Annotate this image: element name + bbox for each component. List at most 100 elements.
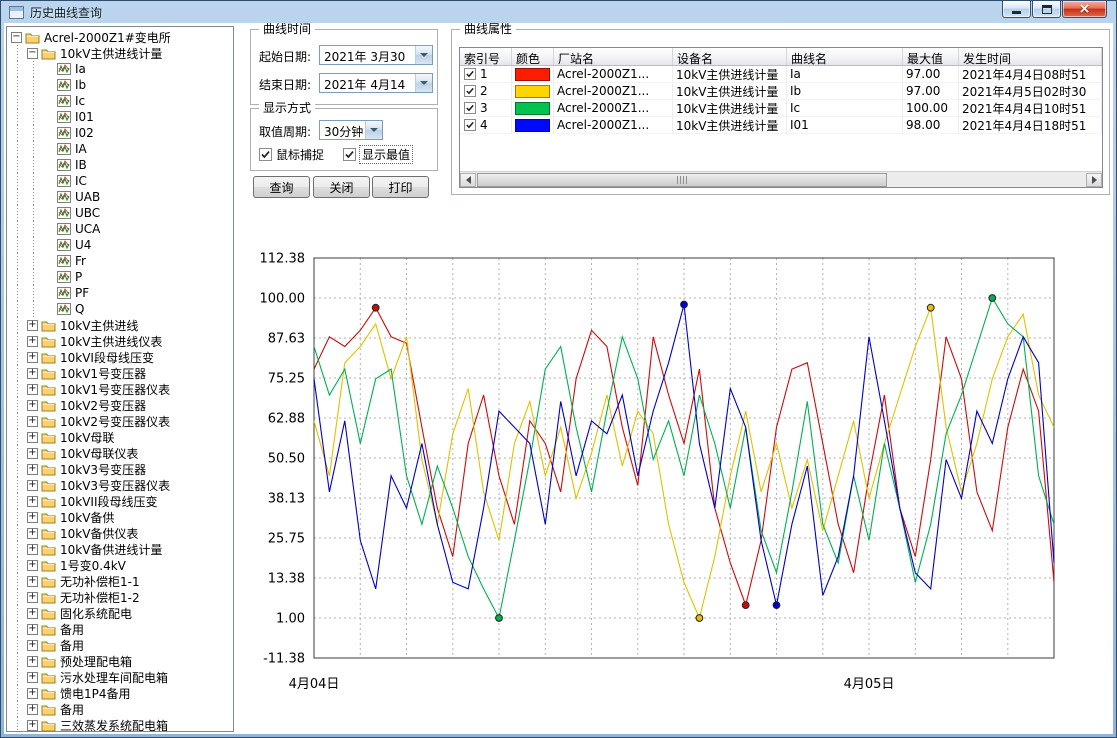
period-dropdown-button[interactable] (365, 121, 382, 139)
tree-folder[interactable]: +10kV2号变压器仪表 (9, 413, 233, 429)
expander-plus-icon[interactable]: + (27, 640, 38, 651)
tree-folder[interactable]: +无功补偿柜1-1 (9, 573, 233, 589)
tree-leaf[interactable]: PF (9, 285, 233, 301)
column-header[interactable]: 曲线名 (787, 48, 903, 65)
tree-folder[interactable]: +无功补偿柜1-2 (9, 589, 233, 605)
mouse-capture-checkbox[interactable]: 鼠标捕捉 (259, 147, 324, 162)
curve-checkbox[interactable] (464, 119, 476, 131)
tree-folder[interactable]: +10kVII段母线压变 (9, 493, 233, 509)
start-date-combobox[interactable]: 2021年 3月30 (319, 45, 433, 65)
tree-folder[interactable]: +10kV主供进线仪表 (9, 333, 233, 349)
tree-folder[interactable]: +备用 (9, 621, 233, 637)
query-button[interactable]: 查询 (253, 176, 310, 198)
tree-folder[interactable]: +1号变0.4kV (9, 557, 233, 573)
expander-plus-icon[interactable]: + (27, 448, 38, 459)
column-header[interactable]: 最大值 (903, 48, 959, 65)
history-chart[interactable]: 112.38100.0087.6375.2562.8850.5038.1325.… (251, 233, 1071, 711)
tree-group[interactable]: −10kV主供进线计量 (9, 45, 233, 61)
expander-plus-icon[interactable]: + (27, 576, 38, 587)
scrollbar-thumb[interactable] (477, 173, 887, 187)
expander-plus-icon[interactable]: + (27, 512, 38, 523)
period-combobox[interactable]: 30分钟 (319, 120, 383, 140)
close-action-button[interactable]: 关闭 (313, 176, 370, 198)
expander-plus-icon[interactable]: + (27, 496, 38, 507)
column-header[interactable]: 颜色 (512, 48, 554, 65)
tree-leaf[interactable]: I02 (9, 125, 233, 141)
expander-plus-icon[interactable]: + (27, 560, 38, 571)
tree-leaf[interactable]: Fr (9, 253, 233, 269)
curve-checkbox[interactable] (464, 85, 476, 97)
expander-plus-icon[interactable]: + (27, 672, 38, 683)
curve-row[interactable]: 1Acrel-2000Z1...10kV主供进线计量Ia97.002021年4月… (460, 66, 1102, 83)
tree-folder[interactable]: +10kV备供 (9, 509, 233, 525)
column-header[interactable]: 发生时间 (959, 48, 1102, 65)
expander-plus-icon[interactable]: + (27, 368, 38, 379)
expander-plus-icon[interactable]: + (27, 528, 38, 539)
expander-minus-icon[interactable]: − (11, 32, 22, 43)
tree-folder[interactable]: +馈电1P4备用 (9, 685, 233, 701)
tree-folder[interactable]: +备用 (9, 701, 233, 717)
curve-row[interactable]: 4Acrel-2000Z1...10kV主供进线计量I0198.002021年4… (460, 117, 1102, 134)
expander-plus-icon[interactable]: + (27, 656, 38, 667)
minimize-button[interactable] (1002, 1, 1031, 18)
expander-plus-icon[interactable]: + (27, 624, 38, 635)
show-extremes-checkbox[interactable]: 显示最值 (343, 147, 412, 162)
expander-plus-icon[interactable]: + (27, 336, 38, 347)
scroll-left-button[interactable] (460, 173, 476, 187)
tree-leaf[interactable]: I01 (9, 109, 233, 125)
print-button[interactable]: 打印 (372, 176, 429, 198)
tree-leaf[interactable]: Q (9, 301, 233, 317)
expander-minus-icon[interactable]: − (27, 48, 38, 59)
tree-folder[interactable]: +10kVI段母线压变 (9, 349, 233, 365)
tree-leaf[interactable]: UCA (9, 221, 233, 237)
tree-leaf[interactable]: IA (9, 141, 233, 157)
tree-leaf[interactable]: IC (9, 173, 233, 189)
expander-plus-icon[interactable]: + (27, 400, 38, 411)
tree-folder[interactable]: +固化系统配电 (9, 605, 233, 621)
tree-leaf[interactable]: UAB (9, 189, 233, 205)
tree-folder[interactable]: +10kV3号变压器 (9, 461, 233, 477)
tree-folder[interactable]: +10kV备供仪表 (9, 525, 233, 541)
curve-row[interactable]: 3Acrel-2000Z1...10kV主供进线计量Ic100.002021年4… (460, 100, 1102, 117)
tree-folder[interactable]: +预处理配电箱 (9, 653, 233, 669)
tree-folder[interactable]: +10kV2号变压器 (9, 397, 233, 413)
tree-leaf[interactable]: Ic (9, 93, 233, 109)
curve-row[interactable]: 2Acrel-2000Z1...10kV主供进线计量Ib97.002021年4月… (460, 83, 1102, 100)
expander-plus-icon[interactable]: + (27, 416, 38, 427)
column-header[interactable]: 厂站名 (554, 48, 673, 65)
column-header[interactable]: 设备名 (673, 48, 787, 65)
tree-folder[interactable]: +备用 (9, 637, 233, 653)
expander-plus-icon[interactable]: + (27, 432, 38, 443)
tree-leaf[interactable]: P (9, 269, 233, 285)
titlebar[interactable]: 历史曲线查询 × (4, 1, 1113, 23)
curve-checkbox[interactable] (464, 68, 476, 80)
expander-plus-icon[interactable]: + (27, 608, 38, 619)
maximize-button[interactable] (1032, 1, 1061, 18)
expander-plus-icon[interactable]: + (27, 544, 38, 555)
expander-plus-icon[interactable]: + (27, 592, 38, 603)
close-button[interactable]: × (1062, 1, 1107, 18)
tree-folder[interactable]: +10kV主供进线 (9, 317, 233, 333)
tree-folder[interactable]: +10kV3号变压器仪表 (9, 477, 233, 493)
tree-folder[interactable]: +10kV母联 (9, 429, 233, 445)
expander-plus-icon[interactable]: + (27, 384, 38, 395)
scroll-right-button[interactable] (1086, 173, 1102, 187)
tree-folder[interactable]: +10kV母联仪表 (9, 445, 233, 461)
start-date-dropdown-button[interactable] (415, 46, 432, 64)
horizontal-scrollbar[interactable] (460, 171, 1102, 187)
tree-folder[interactable]: +10kV1号变压器 (9, 365, 233, 381)
expander-plus-icon[interactable]: + (27, 480, 38, 491)
expander-plus-icon[interactable]: + (27, 320, 38, 331)
expander-plus-icon[interactable]: + (27, 688, 38, 699)
end-date-dropdown-button[interactable] (415, 74, 432, 92)
tree-leaf[interactable]: IB (9, 157, 233, 173)
curve-checkbox[interactable] (464, 102, 476, 114)
tree-folder[interactable]: +10kV1号变压器仪表 (9, 381, 233, 397)
column-header[interactable]: 索引号 (460, 48, 512, 65)
tree-root[interactable]: −Acrel-2000Z1#变电所 (9, 29, 233, 45)
tree-folder[interactable]: +污水处理车间配电箱 (9, 669, 233, 685)
tree-folder[interactable]: +三效蒸发系统配电箱 (9, 717, 233, 732)
expander-plus-icon[interactable]: + (27, 720, 38, 731)
tree-leaf[interactable]: Ib (9, 77, 233, 93)
expander-plus-icon[interactable]: + (27, 464, 38, 475)
